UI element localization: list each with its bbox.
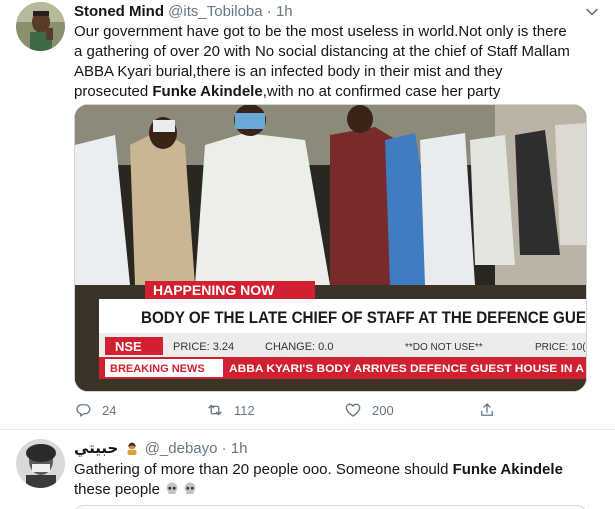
reply-button[interactable]: 24 <box>74 400 116 420</box>
separator-dot: · <box>266 3 272 20</box>
ticker-nse: NSE <box>115 339 142 354</box>
like-icon <box>345 403 361 417</box>
timestamp[interactable]: 1h <box>231 440 248 457</box>
reply-count: 24 <box>102 402 117 418</box>
tweet-text-part: ,with no at confirmed case her party <box>262 83 501 100</box>
mention-name: Funke Akindele <box>152 83 263 100</box>
like-count: 200 <box>372 402 394 418</box>
ticker-price: PRICE: 3.24 <box>173 341 234 353</box>
retweet-icon <box>208 404 222 416</box>
tweet[interactable]: Stoned Mind @its_Tobiloba · 1h Our gover… <box>0 0 615 430</box>
reply-icon <box>76 404 91 417</box>
skull-emoji <box>184 482 196 494</box>
skull-emoji <box>166 482 178 494</box>
banner-top: HAPPENING NOW <box>153 282 275 298</box>
ticker-note: **DO NOT USE** <box>405 342 483 353</box>
breaking-label: BREAKING NEWS <box>110 363 205 375</box>
tweet-header: حبيتي @_debayo · 1h <box>74 440 248 458</box>
headline: BODY OF THE LATE CHIEF OF STAFF AT THE D… <box>141 308 586 327</box>
tweet-header: Stoned Mind @its_Tobiloba · 1h <box>74 3 293 21</box>
tweet-text: Our government have got to be the most u… <box>74 22 574 102</box>
ticker-price-2: PRICE: 10( <box>535 342 586 353</box>
media-preview-edge[interactable] <box>74 505 587 509</box>
retweet-count: 112 <box>234 402 255 418</box>
tweet-text-part: Gathering of more than 20 people ooo. So… <box>74 461 453 478</box>
retweet-button[interactable]: 112 <box>206 400 255 420</box>
handle[interactable]: @_debayo <box>145 440 218 457</box>
share-icon <box>481 403 493 416</box>
news-video-screenshot[interactable]: HAPPENING NOW BODY OF THE LATE CHIEF OF … <box>74 104 587 392</box>
avatar[interactable] <box>16 2 65 51</box>
tweet-text-part: these people <box>74 481 160 498</box>
tweet-actions: 24 112 200 <box>74 400 504 420</box>
share-button[interactable] <box>478 400 506 420</box>
avatar[interactable] <box>16 439 65 488</box>
caret-down-icon[interactable] <box>585 5 599 19</box>
handle[interactable]: @its_Tobiloba <box>168 3 262 20</box>
display-name[interactable]: Stoned Mind <box>74 3 164 20</box>
ticker-change: CHANGE: 0.0 <box>265 341 333 353</box>
like-button[interactable]: 200 <box>344 400 394 420</box>
breaking-text: ABBA KYARI'S BODY ARRIVES DEFENCE GUEST … <box>229 363 584 375</box>
display-name[interactable]: حبيتي <box>74 440 118 457</box>
mention-name: Funke Akindele <box>452 461 563 478</box>
tweet-text: Gathering of more than 20 people ooo. So… <box>74 460 594 500</box>
tweet[interactable]: حبيتي @_debayo · 1h Gathering of more th… <box>0 430 615 509</box>
separator-dot: · <box>221 440 227 457</box>
person-emoji-icon <box>127 442 137 455</box>
timestamp[interactable]: 1h <box>276 3 293 20</box>
